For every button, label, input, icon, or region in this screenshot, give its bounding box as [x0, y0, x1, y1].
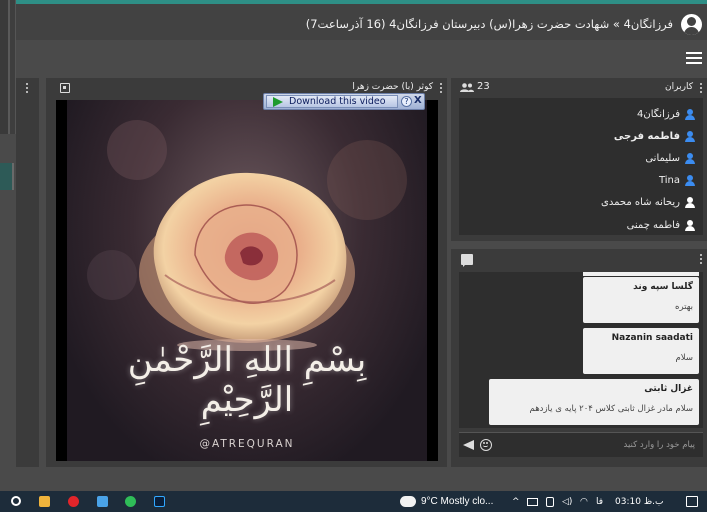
users-pod: 23 کاربران فرزانگان4 فاطمه فرجی سلیمانی Tin…	[451, 78, 707, 241]
user-name: سلیمانی	[645, 152, 680, 164]
left-side-tab[interactable]	[0, 163, 14, 190]
users-list: فرزانگان4 فاطمه فرجی سلیمانی Tina ریحانه شاه…	[459, 98, 703, 235]
tray-chevron-up-icon[interactable]: ^	[512, 497, 520, 507]
this-pc-icon[interactable]	[97, 496, 108, 507]
account-avatar-icon[interactable]	[681, 14, 702, 35]
user-list-item[interactable]: Tina	[659, 173, 695, 189]
person-icon	[685, 219, 695, 231]
chat-message: غزال ثابتی سلام مادر غزال ثابتی کلاس ۲۰۴ …	[489, 379, 699, 425]
user-name: ریحانه شاه محمدی	[601, 197, 680, 209]
person-icon	[685, 197, 695, 209]
system-clock[interactable]: 03:10 ب.ظ	[615, 497, 663, 507]
person-icon	[685, 130, 695, 142]
left-pod-strip	[16, 78, 39, 467]
start-search-icon[interactable]	[11, 496, 21, 506]
person-icon	[685, 175, 695, 187]
download-video-label: Download this video	[289, 96, 386, 107]
user-list-item[interactable]: فاطمه فرجی	[614, 128, 695, 144]
user-name: فرزانگان4	[637, 108, 680, 120]
users-count: 23	[477, 81, 490, 92]
weather-status[interactable]: 9°C Mostly clo...	[421, 496, 493, 507]
users-pod-options-icon[interactable]	[699, 83, 703, 95]
calligraphy-text: بِسْمِ اللهِ الرَّحْمٰنِ الرَّحِیْمِ	[127, 340, 367, 420]
user-list-item[interactable]: سلیمانی	[645, 150, 695, 166]
chat-input-bar: پیام خود را وارد کنید	[459, 432, 703, 457]
battery-icon[interactable]	[527, 498, 538, 506]
users-pod-title: کاربران	[665, 82, 693, 92]
rose-image	[139, 172, 355, 351]
chat-message-text: سلام	[675, 353, 693, 363]
chat-input-field[interactable]: پیام خود را وارد کنید	[624, 440, 695, 450]
chat-icon	[461, 254, 473, 267]
chat-pod: گلسا سپه وند بهتره Nazanin saadati سلام غزال…	[451, 249, 707, 467]
users-group-icon	[460, 83, 474, 92]
close-icon[interactable]: X	[414, 95, 424, 108]
chat-message-sender: Nazanin saadati	[611, 333, 693, 343]
video-watermark: @ATREQURAN	[199, 438, 295, 450]
windows-taskbar: 9°C Mostly clo... ^ ◁) ◠ فا 03:10 ب.ظ	[0, 491, 707, 512]
video-frame: بِسْمِ اللهِ الرَّحْمٰنِ الرَّحِیْمِ @AT…	[67, 100, 427, 461]
user-list-item[interactable]: فاطمه چمنی	[627, 217, 695, 233]
person-icon	[685, 108, 695, 120]
send-icon[interactable]	[463, 440, 474, 450]
chat-message: Nazanin saadati سلام	[583, 328, 699, 374]
emoji-icon[interactable]	[480, 439, 492, 451]
opera-browser-icon[interactable]	[68, 496, 79, 507]
hamburger-menu-icon[interactable]	[686, 52, 702, 64]
chat-message-text: سلام مادر غزال ثابتی کلاس ۲۰۴ پایه ی یاز…	[529, 404, 693, 414]
video-player[interactable]: بِسْمِ اللهِ الرَّحْمٰنِ الرَّحِیْمِ @AT…	[56, 100, 438, 461]
chat-messages-list: گلسا سپه وند بهتره Nazanin saadati سلام غزال…	[459, 272, 703, 428]
video-pod-title: کوثر (با) حضرت زهرا	[352, 82, 433, 92]
download-video-button[interactable]: Download this video	[266, 95, 398, 108]
page-title: فرزانگان4 » شهادت حضرت زهرا(س) دبیرستان …	[305, 17, 673, 31]
chat-message-sender: گلسا سپه وند	[633, 282, 693, 292]
fullscreen-icon[interactable]	[60, 83, 70, 93]
help-icon[interactable]: ?	[401, 96, 412, 107]
weather-cloud-icon[interactable]	[400, 496, 416, 507]
person-icon	[685, 152, 695, 164]
chat-pod-options-icon[interactable]	[699, 254, 703, 266]
notification-center-icon[interactable]	[686, 496, 698, 507]
input-language[interactable]: فا	[596, 497, 603, 507]
user-name: فاطمه چمنی	[626, 219, 680, 231]
user-list-item[interactable]: فرزانگان4	[637, 106, 695, 122]
user-list-item[interactable]: ریحانه شاه محمدی	[601, 195, 695, 211]
video-pod: کوثر (با) حضرت زهرا بِسْمِ اللهِ الرَّحْ…	[46, 78, 447, 467]
chat-message-sender: غزال ثابتی	[644, 384, 693, 394]
left-pod-options-icon[interactable]	[25, 83, 29, 95]
volume-icon[interactable]: ◁)	[562, 497, 572, 507]
chat-message-partial	[583, 272, 699, 276]
play-icon	[273, 97, 283, 107]
left-side-panel	[0, 0, 16, 134]
file-explorer-icon[interactable]	[39, 496, 50, 507]
device-icon[interactable]	[546, 497, 554, 507]
video-pod-options-icon[interactable]	[439, 83, 443, 95]
wifi-icon[interactable]: ◠	[580, 497, 588, 507]
photoshop-icon[interactable]	[154, 496, 165, 507]
user-name: Tina	[658, 175, 680, 187]
chat-message-text: بهتره	[675, 302, 693, 312]
whatsapp-icon[interactable]	[125, 496, 136, 507]
header-bar: فرزانگان4 » شهادت حضرت زهرا(س) دبیرستان …	[0, 4, 707, 40]
user-name: فاطمه فرجی	[613, 130, 680, 142]
chat-message: گلسا سپه وند بهتره	[583, 277, 699, 323]
download-video-toolbar: Download this video ? X	[263, 93, 425, 110]
